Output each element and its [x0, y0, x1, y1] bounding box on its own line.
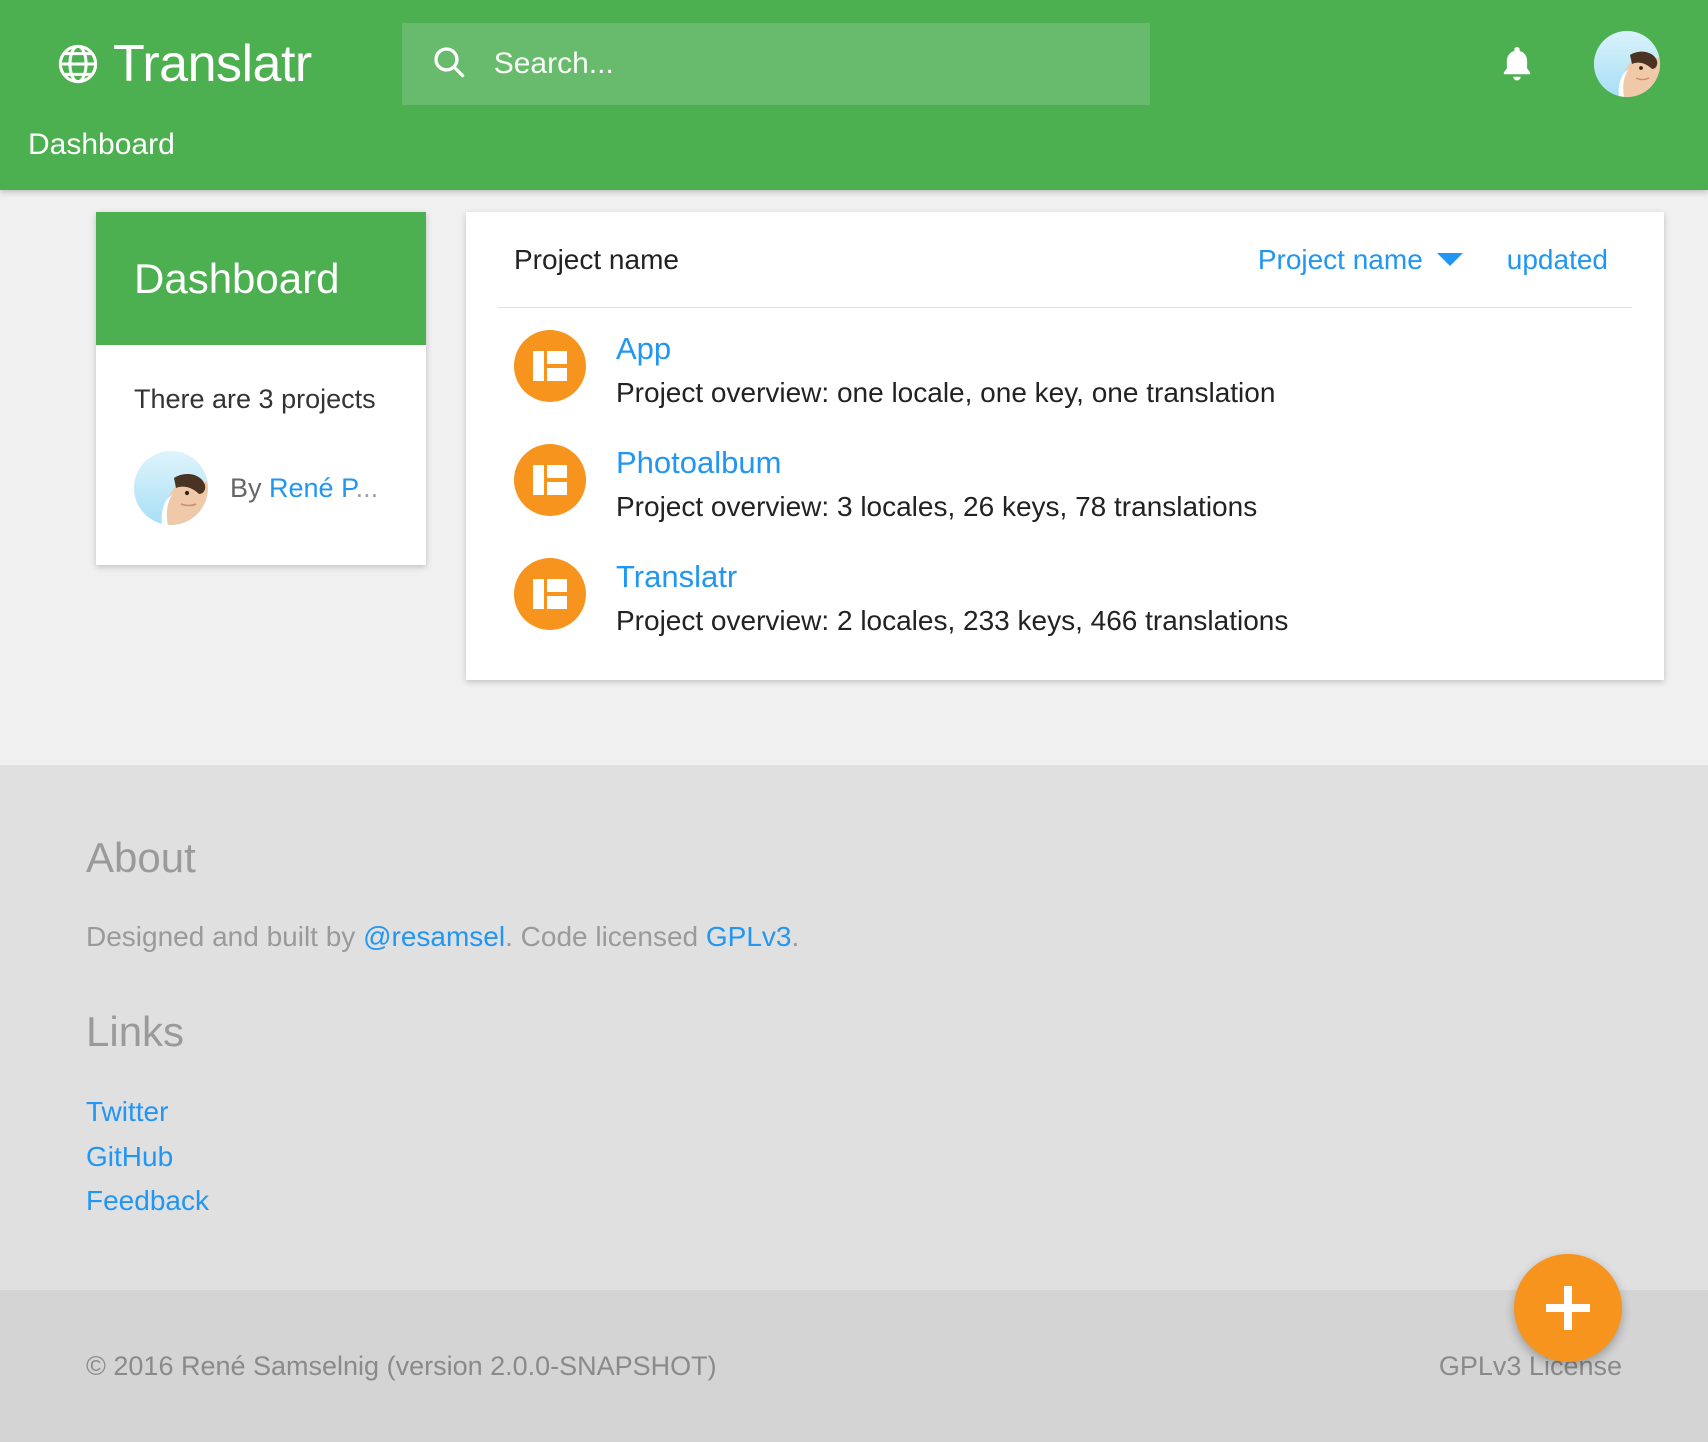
app-header: Translatr Search... Dashboard	[0, 0, 1708, 190]
dashboard-card-header: Dashboard	[96, 212, 426, 345]
author-line: By René P...	[230, 473, 378, 504]
about-text: Designed and built by @resamsel. Code li…	[86, 921, 1708, 953]
link-github[interactable]: GitHub	[86, 1138, 1708, 1177]
project-meta: Photoalbum Project overview: 3 locales, …	[616, 444, 1257, 522]
dashboard-grid-icon	[514, 330, 586, 402]
author-ellipsis: ...	[355, 472, 379, 503]
license-link[interactable]: GPLv3	[706, 921, 792, 952]
globe-icon	[55, 41, 101, 87]
content-columns: Dashboard There are 3 projects By René P…	[0, 212, 1708, 681]
project-link[interactable]: Photoalbum	[616, 445, 1257, 481]
about-suffix: .	[791, 921, 800, 952]
author-avatar	[134, 451, 208, 526]
author-link[interactable]: René P	[269, 473, 356, 503]
sort-by-project-name[interactable]: Project name	[1258, 244, 1463, 276]
chevron-down-icon	[1436, 253, 1463, 266]
footer-links: Twitter GitHub Feedback	[86, 1093, 1708, 1221]
links-heading: Links	[86, 1008, 185, 1055]
dashboard-grid-icon	[514, 558, 586, 631]
dashboard-summary-card: Dashboard There are 3 projects By René P…	[96, 212, 426, 566]
avatar[interactable]	[1594, 31, 1660, 97]
main-content: Dashboard There are 3 projects By René P…	[0, 190, 1708, 765]
table-row[interactable]: App Project overview: one locale, one ke…	[498, 308, 1632, 422]
add-project-button[interactable]	[1514, 1254, 1622, 1362]
bell-icon[interactable]	[1496, 42, 1538, 86]
brand[interactable]: Translatr	[55, 38, 312, 90]
breadcrumb[interactable]: Dashboard	[0, 130, 175, 160]
gplv3-license-link[interactable]: GPLv3 License	[1439, 1351, 1622, 1382]
app-footer: About Designed and built by @resamsel. C…	[0, 765, 1708, 1442]
author-handle-link[interactable]: @resamsel	[363, 921, 505, 952]
dashboard-grid-icon	[514, 444, 586, 517]
search-box[interactable]	[401, 23, 1150, 105]
project-meta: Translatr Project overview: 2 locales, 2…	[616, 558, 1288, 636]
table-row[interactable]: Photoalbum Project overview: 3 locales, …	[498, 422, 1632, 536]
app-root: Translatr Search... Dashboard Dashboard …	[0, 0, 1708, 1442]
plus-icon	[1546, 1286, 1590, 1330]
project-link[interactable]: Translatr	[616, 559, 1288, 595]
project-meta: App Project overview: one locale, one ke…	[616, 330, 1275, 408]
project-link[interactable]: App	[616, 331, 1275, 367]
link-feedback[interactable]: Feedback	[86, 1182, 1708, 1221]
card-author: By René P...	[134, 451, 392, 526]
sort-by-updated[interactable]: updated	[1507, 244, 1608, 276]
search-input[interactable]	[493, 47, 1122, 81]
projects-column-header: Project name	[514, 243, 679, 275]
about-prefix: Designed and built by	[86, 921, 364, 952]
project-description: Project overview: one locale, one key, o…	[616, 376, 1276, 408]
sort-controls: Project name updated	[1258, 244, 1632, 276]
brand-title: Translatr	[113, 35, 312, 93]
about-middle: . Code licensed	[505, 921, 706, 952]
copyright-text: © 2016 René Samselnig (version 2.0.0-SNA…	[86, 1350, 717, 1381]
project-count-text: There are 3 projects	[134, 384, 376, 414]
about-heading: About	[86, 834, 196, 881]
search-icon	[430, 43, 468, 86]
page-title: Dashboard	[134, 254, 340, 302]
project-description: Project overview: 3 locales, 26 keys, 78…	[616, 490, 1258, 522]
footer-bottom-bar: © 2016 René Samselnig (version 2.0.0-SNA…	[0, 1290, 1708, 1442]
dashboard-card-body: There are 3 projects By René P...	[96, 345, 426, 565]
projects-panel: Project name Project name updated App Pr…	[466, 212, 1664, 681]
header-top-bar: Translatr	[0, 0, 1708, 128]
author-by-label: By	[230, 472, 262, 503]
link-twitter[interactable]: Twitter	[86, 1093, 1708, 1132]
header-actions	[1496, 31, 1668, 97]
project-description: Project overview: 2 locales, 233 keys, 4…	[616, 604, 1289, 636]
sort-active-label: Project name	[1257, 243, 1423, 275]
projects-header: Project name Project name updated	[498, 212, 1632, 308]
table-row[interactable]: Translatr Project overview: 2 locales, 2…	[498, 536, 1632, 650]
